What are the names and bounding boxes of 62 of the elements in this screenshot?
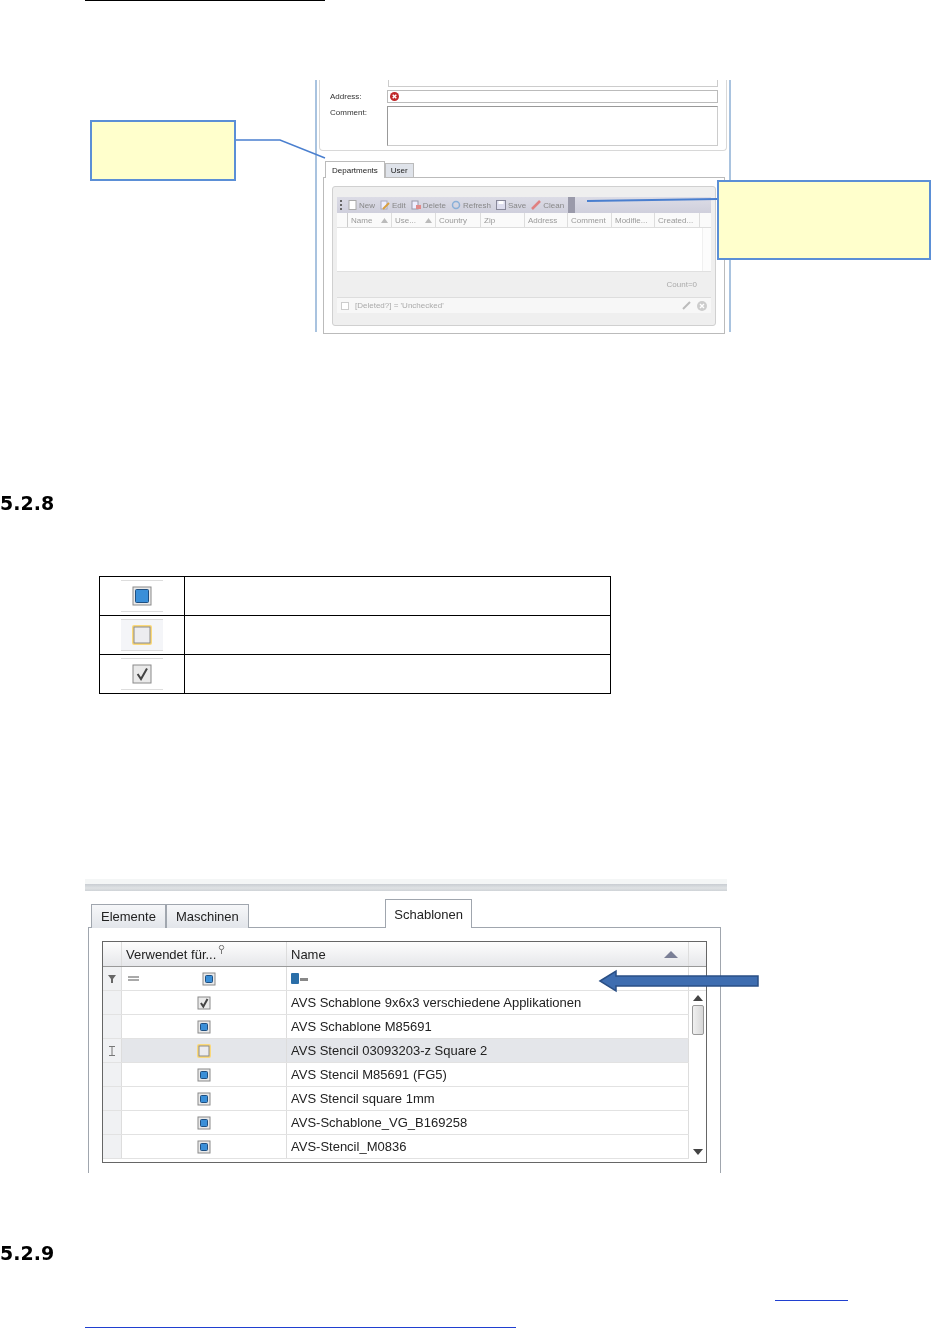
toolbar-button[interactable]: Edit [379, 200, 407, 210]
checkbox[interactable] [197, 995, 211, 1010]
tab[interactable]: Schablonen [385, 899, 472, 928]
text-field[interactable] [388, 80, 718, 87]
toolbar-overflow[interactable] [568, 197, 576, 213]
document-icon [348, 200, 357, 210]
column-header[interactable]: Comment [568, 213, 612, 227]
column-header[interactable]: Country [436, 213, 481, 227]
error-icon [390, 92, 399, 101]
pin-icon [218, 945, 226, 954]
table-cell: AVS Stencil 03093203-z Square 2 [287, 1039, 689, 1062]
section-heading: 5.2.9 [0, 1242, 56, 1264]
pencil-icon[interactable] [682, 301, 691, 310]
text-field[interactable] [387, 90, 718, 103]
eraser-icon [531, 200, 542, 210]
tab[interactable]: Maschinen [165, 904, 249, 928]
column-header[interactable]: Zip [481, 213, 525, 227]
checkbox[interactable] [197, 1091, 211, 1106]
record-count: Count=0 [666, 280, 697, 289]
toolbar-button[interactable]: New [347, 200, 376, 210]
checkbox[interactable] [197, 1139, 211, 1154]
toolbar-button[interactable]: Clean [530, 200, 566, 210]
field-label: Comment: [330, 107, 368, 117]
save-icon [495, 200, 506, 210]
refresh-icon [450, 200, 461, 210]
checkbox[interactable] [132, 664, 152, 684]
column-header[interactable]: Verwendet für... [122, 942, 287, 966]
checkbox[interactable] [197, 1115, 211, 1130]
checkbox[interactable] [197, 1067, 211, 1082]
toolbar-button[interactable]: Save [494, 200, 528, 210]
column-header[interactable]: Created... [655, 213, 700, 227]
text-field[interactable] [387, 106, 718, 146]
scroll-thumb[interactable] [691, 1005, 704, 1035]
toolbar-button[interactable]: Delete [409, 200, 447, 210]
edit-icon [380, 200, 390, 210]
toolbar-button[interactable]: Refresh [449, 200, 492, 210]
column-header[interactable]: Name [287, 942, 689, 966]
column-header[interactable]: Name [348, 213, 392, 227]
checkbox[interactable] [132, 586, 152, 606]
checkbox[interactable] [197, 1019, 211, 1034]
scroll-up-icon [692, 995, 703, 1001]
section-heading: 5.2.8 [0, 492, 56, 514]
filter-icon[interactable] [108, 974, 116, 983]
tab[interactable]: User [384, 163, 414, 177]
filter-expression: [Deleted?] = 'Unchecked' [355, 301, 444, 310]
column-header[interactable]: Use... [392, 213, 436, 227]
delete-icon [410, 200, 421, 210]
cursor-icon [109, 1045, 115, 1056]
equals-icon[interactable] [128, 976, 139, 981]
checkbox[interactable] [202, 971, 216, 986]
column-header[interactable]: Modifie... [612, 213, 655, 227]
row-header[interactable] [103, 1039, 122, 1062]
tab[interactable]: Elemente [91, 904, 166, 928]
field-label: Address: [330, 91, 363, 101]
text-type-icon[interactable] [291, 973, 309, 984]
clear-icon[interactable] [697, 300, 707, 311]
checkbox[interactable] [197, 1043, 211, 1058]
column-header[interactable]: Address [525, 213, 568, 227]
scroll-down-icon [692, 1149, 703, 1155]
tab[interactable]: Departments [325, 161, 385, 178]
checkbox[interactable] [132, 625, 152, 645]
checkbox-icon[interactable] [341, 301, 349, 310]
